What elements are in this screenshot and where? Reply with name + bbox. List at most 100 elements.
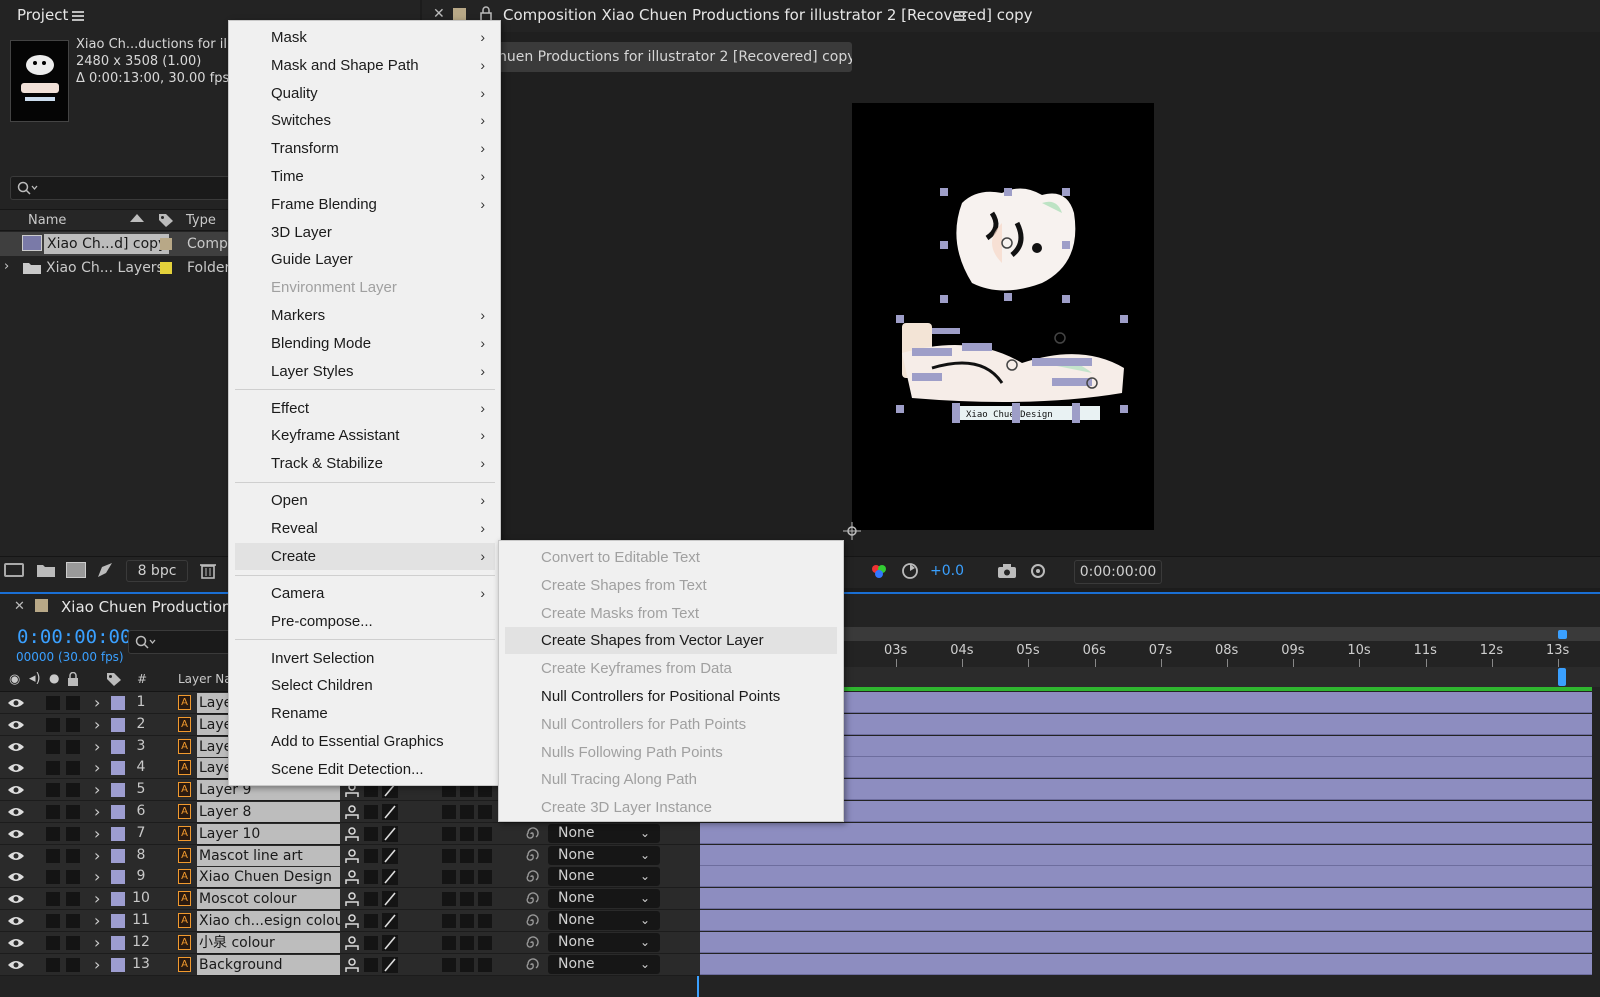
submenu-item[interactable]: Null Controllers for Positional Points	[505, 683, 837, 710]
solo-toggle[interactable]	[46, 848, 60, 863]
collapse-switch[interactable]	[364, 892, 378, 907]
composition-name-chip[interactable]: huen Productions for illustrator 2 [Reco…	[490, 42, 852, 72]
label-color-swatch[interactable]	[160, 238, 172, 250]
eye-icon[interactable]	[7, 937, 25, 949]
solo-toggle[interactable]	[46, 935, 60, 950]
expand-chevron-icon[interactable]: ›	[94, 911, 100, 930]
submenu-item[interactable]: Create Shapes from Vector Layer	[505, 627, 837, 655]
layer-name[interactable]: Mascot line art	[197, 845, 340, 866]
quality-switch-icon[interactable]	[382, 934, 398, 951]
collapse-switch[interactable]	[364, 957, 378, 972]
close-timeline-icon[interactable]: ✕	[14, 599, 25, 614]
solo-toggle[interactable]	[46, 805, 60, 819]
project-panel-menu-icon[interactable]	[72, 11, 84, 21]
solo-toggle[interactable]	[46, 914, 60, 928]
menu-item[interactable]: Quality ›	[235, 80, 495, 107]
layer-label-swatch[interactable]	[111, 826, 125, 841]
motion-blur-switch[interactable]	[460, 957, 474, 972]
lock-toggle[interactable]	[66, 805, 80, 819]
sort-ascending-icon[interactable]	[130, 214, 144, 222]
menu-item[interactable]: Mask ›	[235, 24, 495, 51]
layer-row[interactable]: › 8 A Mascot line art None ⌄	[0, 844, 700, 867]
motion-blur-switch[interactable]	[460, 892, 474, 907]
solo-toggle[interactable]	[46, 761, 60, 776]
lock-toggle[interactable]	[66, 957, 80, 972]
lock-toggle[interactable]	[66, 761, 80, 776]
shy-switch-icon[interactable]	[344, 913, 360, 929]
motion-blur-switch[interactable]	[460, 848, 474, 863]
collapse-switch[interactable]	[364, 935, 378, 950]
layer-label-swatch[interactable]	[111, 739, 125, 754]
shy-switch-icon[interactable]	[344, 869, 360, 885]
work-area-end-handle[interactable]	[1558, 668, 1566, 686]
layer-name[interactable]: 小泉 colour	[197, 932, 340, 953]
solo-toggle[interactable]	[46, 826, 60, 841]
composition-timecode[interactable]: 0:00:00:00	[1074, 560, 1162, 584]
layer-label-swatch[interactable]	[111, 892, 125, 907]
expand-chevron-icon[interactable]: ›	[94, 693, 100, 712]
anchor-point-icon[interactable]	[843, 522, 861, 540]
quality-switch-icon[interactable]	[382, 956, 398, 973]
shy-switch-icon[interactable]	[344, 826, 360, 842]
type-column-header[interactable]: Type	[186, 213, 216, 228]
eye-icon[interactable]	[7, 871, 25, 883]
solo-toggle[interactable]	[46, 696, 60, 710]
lock-toggle[interactable]	[66, 935, 80, 950]
shy-switch-icon[interactable]	[344, 935, 360, 951]
menu-item[interactable]: Open ›	[235, 487, 495, 514]
menu-item[interactable]: Keyframe Assistant ›	[235, 422, 495, 449]
quality-switch-icon[interactable]	[382, 869, 398, 886]
layer-name[interactable]: Xiao ch...esign colour	[197, 911, 340, 931]
label-tag-icon[interactable]	[158, 213, 174, 228]
motion-blur-switch[interactable]	[460, 935, 474, 950]
eye-icon[interactable]	[7, 784, 25, 796]
eye-icon[interactable]	[7, 762, 25, 774]
menu-item[interactable]: Pre-compose...	[235, 608, 495, 635]
collapse-switch[interactable]	[364, 870, 378, 885]
collapse-switch[interactable]	[364, 805, 378, 819]
parent-dropdown[interactable]: None ⌄	[548, 845, 660, 865]
layer-label-swatch[interactable]	[111, 914, 125, 928]
shy-switch-icon[interactable]	[344, 957, 360, 973]
motion-blur-switch[interactable]	[460, 870, 474, 885]
parent-dropdown[interactable]: None ⌄	[548, 889, 660, 909]
menu-item[interactable]: Blending Mode ›	[235, 330, 495, 357]
adjustment-layer-switch[interactable]	[478, 914, 492, 928]
layer-duration-bar[interactable]	[700, 866, 1592, 888]
menu-item[interactable]: Switches ›	[235, 107, 495, 134]
menu-item[interactable]: Guide Layer	[235, 246, 495, 273]
timeline-current-time[interactable]: 0:00:00:00	[17, 626, 131, 648]
menu-item[interactable]: Add to Essential Graphics	[235, 728, 495, 755]
layer-row[interactable]: › 9 A Xiao Chuen Design None ⌄	[0, 866, 700, 889]
menu-item[interactable]: Mask and Shape Path ›	[235, 52, 495, 79]
collapse-switch[interactable]	[364, 848, 378, 863]
eye-icon[interactable]	[7, 741, 25, 753]
adjustment-layer-switch[interactable]	[478, 870, 492, 885]
menu-item[interactable]: Frame Blending ›	[235, 191, 495, 218]
quality-switch-icon[interactable]	[382, 825, 398, 842]
expand-chevron-icon[interactable]: ›	[94, 889, 100, 908]
menu-item[interactable]: Invert Selection	[235, 645, 495, 672]
adjustment-layer-switch[interactable]	[478, 805, 492, 819]
lock-toggle[interactable]	[66, 783, 80, 798]
eye-icon[interactable]	[7, 828, 25, 840]
effects-switch[interactable]	[442, 914, 456, 928]
menu-item[interactable]: Scene Edit Detection...	[235, 756, 495, 783]
layer-row[interactable]: › 10 A Moscot colour None ⌄	[0, 888, 700, 911]
layer-label-swatch[interactable]	[111, 783, 125, 798]
expand-chevron-icon[interactable]: ›	[94, 802, 100, 821]
name-column-header[interactable]: Name	[28, 213, 66, 228]
adjustment-layer-switch[interactable]	[478, 892, 492, 907]
expand-chevron-icon[interactable]: ›	[94, 780, 100, 799]
menu-item[interactable]: Create ›	[235, 542, 495, 570]
solo-toggle[interactable]	[46, 957, 60, 972]
shy-switch-icon[interactable]	[344, 891, 360, 907]
color-channels-icon[interactable]	[870, 562, 888, 580]
expand-chevron-icon[interactable]: ›	[94, 933, 100, 952]
expand-chevron-icon[interactable]: ›	[94, 867, 100, 886]
layer-label-swatch[interactable]	[111, 848, 125, 863]
parent-dropdown[interactable]: None ⌄	[548, 867, 660, 887]
pick-whip-icon[interactable]	[524, 891, 540, 907]
pick-whip-icon[interactable]	[524, 869, 540, 885]
pick-whip-icon[interactable]	[524, 957, 540, 973]
